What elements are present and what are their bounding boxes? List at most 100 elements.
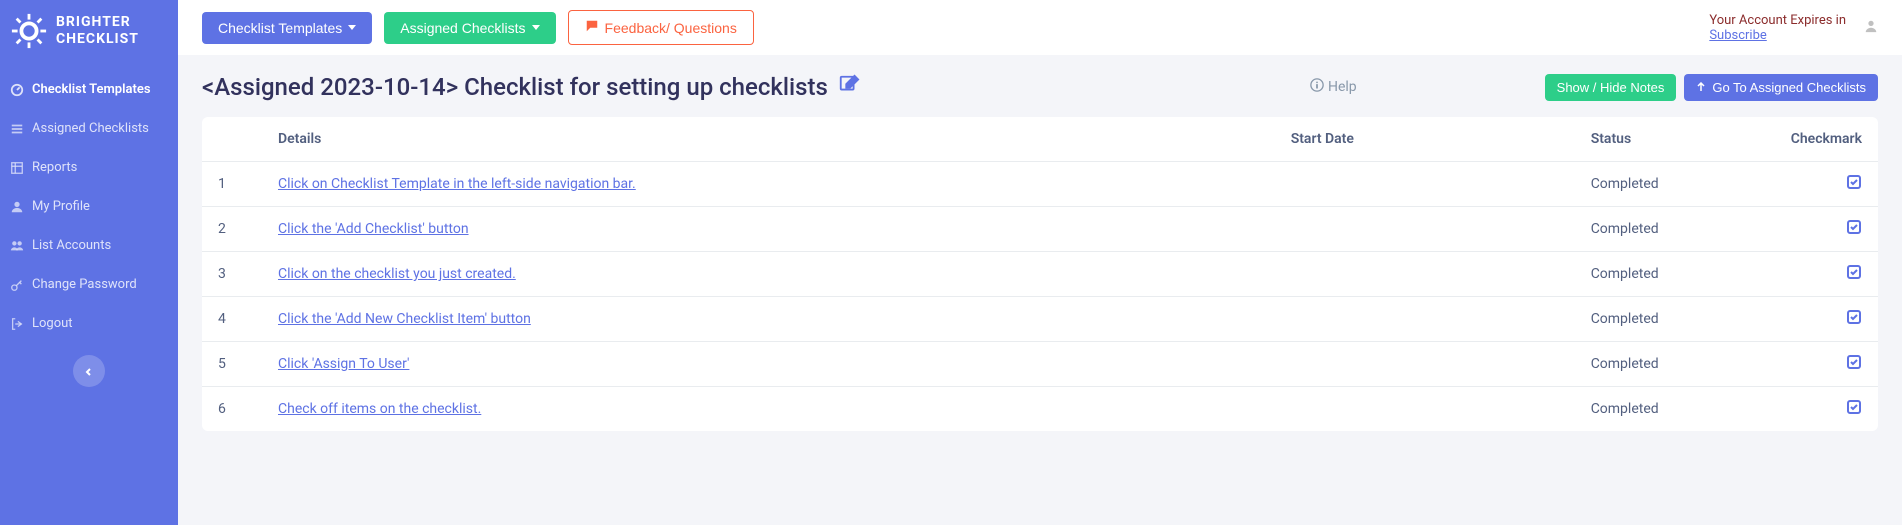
row-startdate — [1275, 297, 1575, 342]
logout-icon — [10, 317, 24, 331]
row-num: 1 — [202, 162, 262, 207]
sidebar-collapse-button[interactable] — [73, 355, 105, 387]
check-square-icon — [1846, 358, 1862, 374]
caret-down-icon — [348, 25, 356, 30]
row-num: 2 — [202, 207, 262, 252]
row-num: 6 — [202, 387, 262, 432]
table-row: 6 Check off items on the checklist. Comple… — [202, 387, 1878, 432]
users-icon — [10, 239, 24, 253]
row-checkmark[interactable] — [1775, 342, 1878, 387]
info-icon — [1310, 78, 1324, 96]
checklist-templates-dropdown[interactable]: Checklist Templates — [202, 12, 372, 44]
account-status: Your Account Expires in Subscribe — [1709, 13, 1846, 43]
detail-link[interactable]: Click on Checklist Template in the left-… — [278, 176, 636, 192]
row-details: Click on the checklist you just created. — [262, 252, 1275, 297]
brand[interactable]: BRIGHTER CHECKLIST — [0, 0, 178, 62]
button-label: Go To Assigned Checklists — [1712, 80, 1866, 95]
account-expires-text: Your Account Expires in — [1709, 13, 1846, 28]
row-checkmark[interactable] — [1775, 387, 1878, 432]
row-status: Completed — [1575, 297, 1775, 342]
row-checkmark[interactable] — [1775, 252, 1878, 297]
detail-link[interactable]: Click the 'Add Checklist' button — [278, 221, 469, 237]
subscribe-link[interactable]: Subscribe — [1709, 28, 1766, 43]
table-row: 1 Click on Checklist Template in the left… — [202, 162, 1878, 207]
row-details: Click the 'Add Checklist' button — [262, 207, 1275, 252]
sidebar-item-label: Checklist Templates — [32, 82, 151, 97]
sidebar: BRIGHTER CHECKLIST Checklist Templates A… — [0, 0, 178, 525]
detail-link[interactable]: Check off items on the checklist. — [278, 401, 481, 417]
sidebar-nav: Checklist Templates Assigned Checklists … — [0, 62, 178, 343]
row-startdate — [1275, 342, 1575, 387]
sidebar-item-label: My Profile — [32, 199, 90, 214]
table-icon — [10, 161, 24, 175]
page-title: <Assigned 2023-10-14> Checklist for sett… — [202, 73, 828, 101]
col-details-header: Details — [262, 117, 1275, 162]
brand-line2: CHECKLIST — [56, 31, 139, 48]
detail-link[interactable]: Click on the checklist you just created. — [278, 266, 516, 282]
detail-link[interactable]: Click 'Assign To User' — [278, 356, 409, 372]
checklist-table: Details Start Date Status Checkmark 1 Cli… — [202, 117, 1878, 431]
check-square-icon — [1846, 223, 1862, 239]
chevron-left-icon — [84, 362, 94, 381]
col-status-header: Status — [1575, 117, 1775, 162]
table-row: 2 Click the 'Add Checklist' button Complet… — [202, 207, 1878, 252]
detail-link[interactable]: Click the 'Add New Checklist Item' butto… — [278, 311, 531, 327]
table-row: 4Click the 'Add New Checklist Item' butt… — [202, 297, 1878, 342]
row-status: Completed — [1575, 207, 1775, 252]
sidebar-item-checklist-templates[interactable]: Checklist Templates — [0, 70, 178, 109]
row-checkmark[interactable] — [1775, 162, 1878, 207]
row-checkmark[interactable] — [1775, 207, 1878, 252]
list-icon — [10, 122, 24, 136]
row-startdate — [1275, 162, 1575, 207]
go-to-assigned-button[interactable]: Go To Assigned Checklists — [1684, 74, 1878, 101]
row-status: Completed — [1575, 252, 1775, 297]
check-square-icon — [1846, 268, 1862, 284]
col-startdate-header: Start Date — [1275, 117, 1575, 162]
sidebar-item-change-password[interactable]: Change Password — [0, 265, 178, 304]
caret-down-icon — [532, 25, 540, 30]
edit-title-button[interactable] — [838, 74, 860, 100]
user-menu-icon[interactable] — [1864, 18, 1878, 37]
button-label: Checklist Templates — [218, 20, 342, 36]
sidebar-item-my-profile[interactable]: My Profile — [0, 187, 178, 226]
arrow-up-icon — [1696, 80, 1706, 95]
table-header-row: Details Start Date Status Checkmark — [202, 117, 1878, 162]
sun-gear-icon — [10, 12, 48, 50]
col-num-header — [202, 117, 262, 162]
row-details: Click 'Assign To User' — [262, 342, 1275, 387]
user-icon — [10, 200, 24, 214]
sidebar-item-label: Change Password — [32, 277, 137, 292]
sidebar-item-label: Reports — [32, 160, 77, 175]
button-label: Feedback/ Questions — [605, 20, 737, 36]
button-label: Assigned Checklists — [400, 20, 525, 36]
help-link[interactable]: Help — [1310, 78, 1357, 96]
row-num: 3 — [202, 252, 262, 297]
sidebar-item-logout[interactable]: Logout — [0, 304, 178, 343]
row-startdate — [1275, 387, 1575, 432]
sidebar-item-list-accounts[interactable]: List Accounts — [0, 226, 178, 265]
show-hide-notes-button[interactable]: Show / Hide Notes — [1545, 74, 1677, 101]
page-header: <Assigned 2023-10-14> Checklist for sett… — [202, 73, 1878, 101]
sidebar-item-reports[interactable]: Reports — [0, 148, 178, 187]
row-startdate — [1275, 252, 1575, 297]
check-square-icon — [1846, 178, 1862, 194]
row-status: Completed — [1575, 162, 1775, 207]
table-row: 3 Click on the checklist you just created… — [202, 252, 1878, 297]
row-checkmark[interactable] — [1775, 297, 1878, 342]
sidebar-item-label: Assigned Checklists — [32, 121, 149, 136]
assigned-checklists-dropdown[interactable]: Assigned Checklists — [384, 12, 555, 44]
row-status: Completed — [1575, 342, 1775, 387]
row-details: Click on Checklist Template in the left-… — [262, 162, 1275, 207]
row-details: Check off items on the checklist. — [262, 387, 1275, 432]
table-row: 5Click 'Assign To User'Completed — [202, 342, 1878, 387]
sidebar-item-label: Logout — [32, 316, 73, 331]
row-startdate — [1275, 207, 1575, 252]
brand-line1: BRIGHTER — [56, 14, 139, 31]
row-status: Completed — [1575, 387, 1775, 432]
col-checkmark-header: Checkmark — [1775, 117, 1878, 162]
feedback-button[interactable]: Feedback/ Questions — [568, 10, 754, 45]
comment-icon — [585, 19, 599, 36]
row-details: Click the 'Add New Checklist Item' butto… — [262, 297, 1275, 342]
sidebar-item-label: List Accounts — [32, 238, 111, 253]
sidebar-item-assigned-checklists[interactable]: Assigned Checklists — [0, 109, 178, 148]
